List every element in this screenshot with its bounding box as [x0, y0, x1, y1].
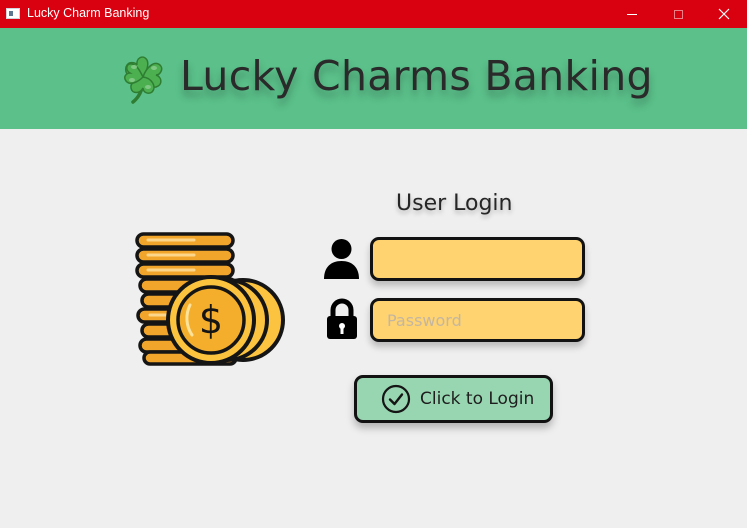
window-titlebar: Lucky Charm Banking	[0, 0, 747, 28]
dollar-sign: $	[199, 298, 223, 342]
username-field[interactable]	[370, 237, 585, 281]
minimize-button[interactable]	[609, 0, 655, 28]
window-title: Lucky Charm Banking	[27, 6, 150, 20]
brand-title: Lucky Charms Banking	[180, 52, 653, 100]
checkmark-circle-icon	[381, 384, 411, 414]
minimize-icon	[627, 13, 637, 15]
lock-icon	[327, 298, 357, 339]
close-button[interactable]	[701, 0, 747, 28]
coin-stack-icon: $	[135, 232, 285, 366]
login-button[interactable]: Click to Login	[354, 375, 553, 423]
password-field[interactable]	[370, 298, 585, 342]
login-button-label: Click to Login	[420, 389, 535, 409]
user-icon	[324, 239, 359, 279]
close-icon	[718, 8, 730, 20]
login-heading: User Login	[396, 191, 513, 216]
header-banner: Lucky Charms Banking	[0, 28, 747, 129]
maximize-icon	[673, 9, 683, 19]
four-leaf-clover-icon	[124, 56, 163, 104]
maximize-button[interactable]	[655, 0, 701, 28]
app-icon	[6, 8, 20, 19]
